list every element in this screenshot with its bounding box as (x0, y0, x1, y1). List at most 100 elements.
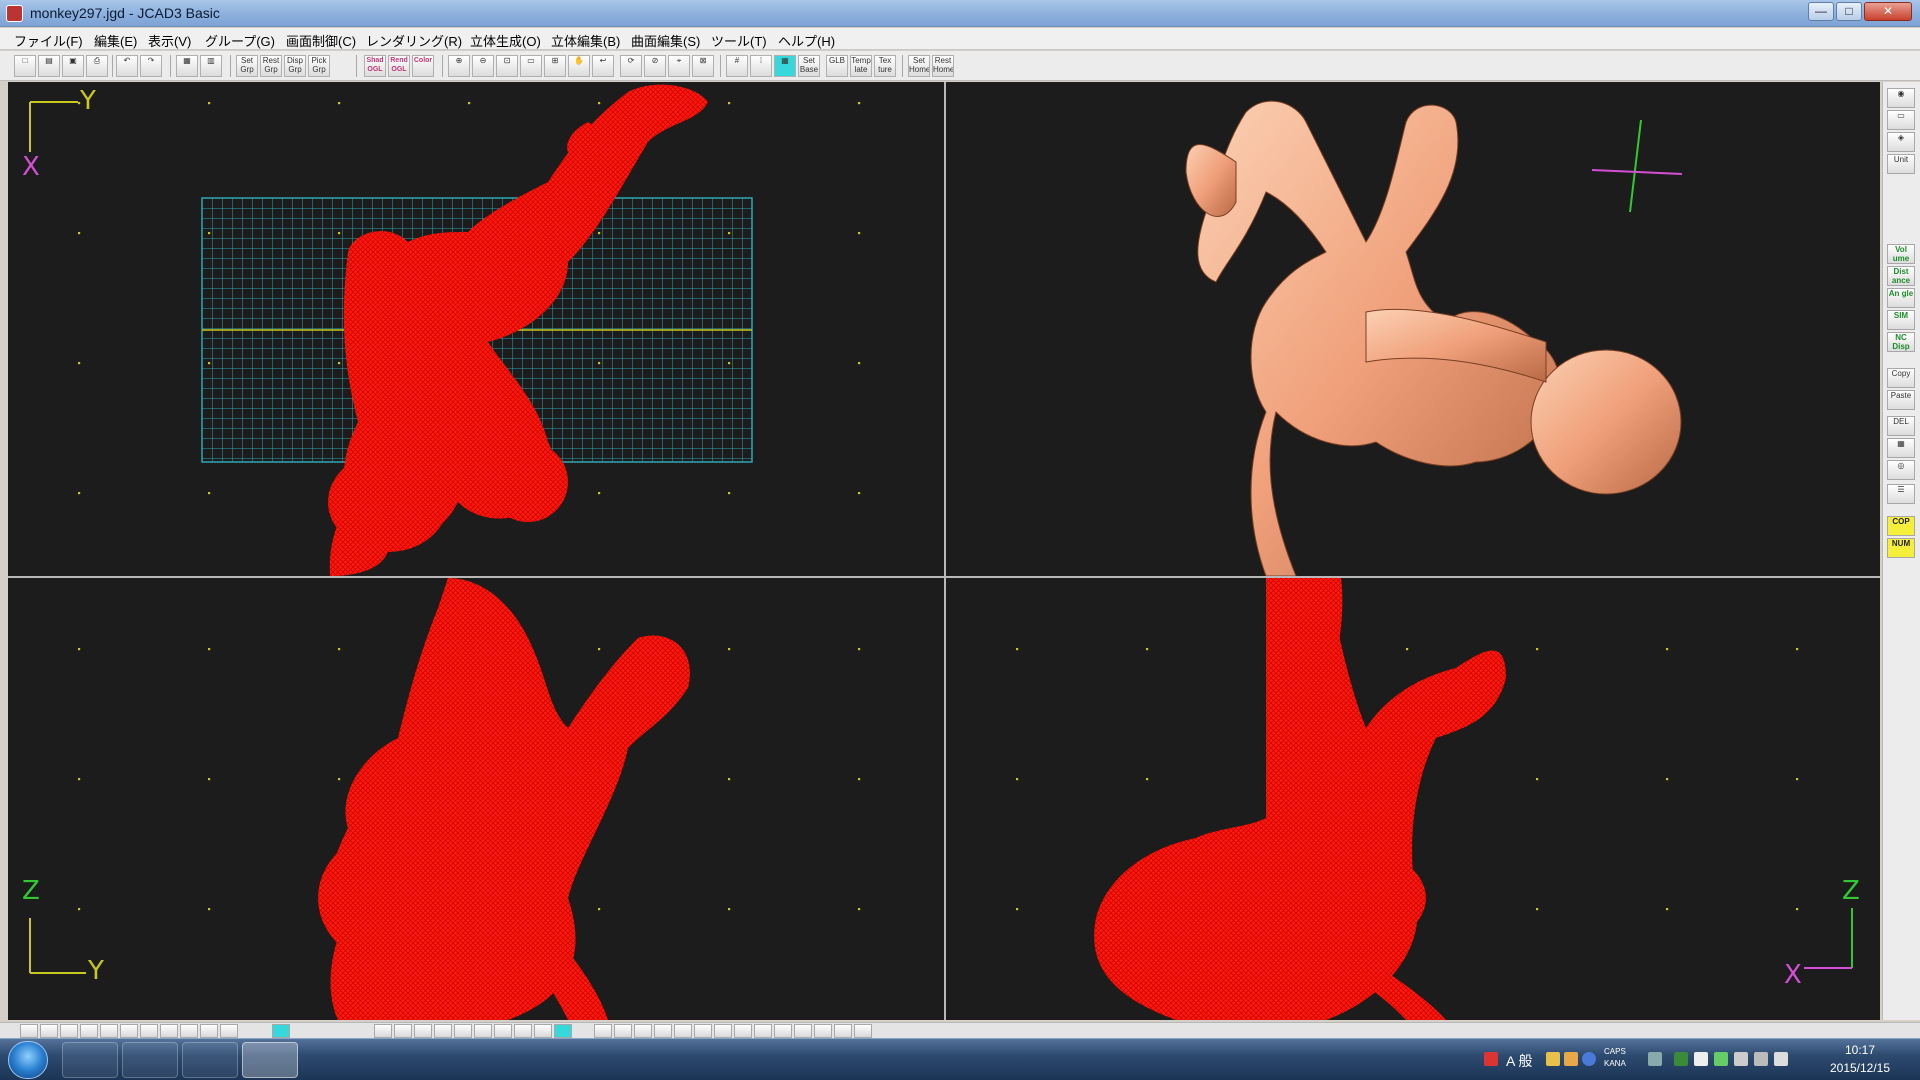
file-explorer-icon[interactable] (122, 1042, 178, 1078)
menu-solid-create[interactable]: 立体生成(O) (470, 31, 541, 50)
clock-date[interactable]: 2015/12/15 (1826, 1061, 1894, 1075)
rest-home-button[interactable]: Rest Home (932, 55, 954, 77)
volume-button[interactable]: Vol ume (1887, 244, 1915, 264)
close-button[interactable]: ✕ (1864, 2, 1912, 21)
view-monitor-icon[interactable]: ▭ (1887, 110, 1915, 130)
menu-view[interactable]: 表示(V) (148, 31, 191, 50)
paste-button[interactable]: Paste (1887, 390, 1915, 410)
grid-icon[interactable]: # (726, 55, 748, 77)
curve-tool-icon[interactable] (140, 1024, 158, 1038)
menu-rendering[interactable]: レンダリング(R) (366, 31, 462, 50)
edit-tool-icon[interactable] (654, 1024, 672, 1038)
solid-tool-icon[interactable] (394, 1024, 412, 1038)
print-icon[interactable]: ⎙ (86, 55, 108, 77)
view-diamond-icon[interactable]: ◈ (1887, 132, 1915, 152)
edit-tool-icon[interactable] (634, 1024, 652, 1038)
edit-tool-icon[interactable] (734, 1024, 752, 1038)
menu-screen-control[interactable]: 画面制御(C) (286, 31, 356, 50)
security-icon[interactable] (1714, 1052, 1728, 1066)
curve-tool-icon[interactable] (180, 1024, 198, 1038)
solid-tool-icon[interactable] (434, 1024, 452, 1038)
ime-dictionary-icon[interactable] (1564, 1052, 1578, 1066)
windows-flag-icon[interactable] (1694, 1052, 1708, 1066)
curve-tool-icon[interactable] (100, 1024, 118, 1038)
fit-screen-icon[interactable]: ⊠ (692, 55, 714, 77)
nc-disp-button[interactable]: NC Disp (1887, 332, 1915, 352)
edit-tool-icon[interactable] (594, 1024, 612, 1038)
solid-tool-icon[interactable] (414, 1024, 432, 1038)
solid-tool-icon[interactable] (454, 1024, 472, 1038)
ime-status-icon[interactable] (1484, 1052, 1498, 1066)
edit-tool-icon[interactable] (854, 1024, 872, 1038)
active-tool-icon[interactable] (272, 1024, 290, 1038)
menu-help[interactable]: ヘルプ(H) (778, 31, 835, 50)
internet-explorer-icon[interactable] (62, 1042, 118, 1078)
camera-icon[interactable]: ◎ (1887, 460, 1915, 480)
edit-tool-icon[interactable] (674, 1024, 692, 1038)
solid-tool-icon[interactable] (534, 1024, 552, 1038)
edit-tool-icon[interactable] (774, 1024, 792, 1038)
disp-grp-button[interactable]: Disp Grp (284, 55, 306, 77)
edit-tool-icon[interactable] (754, 1024, 772, 1038)
undo-icon[interactable]: ↶ (116, 55, 138, 77)
zoom-window-icon[interactable]: ⊡ (496, 55, 518, 77)
edit-tool-icon[interactable] (714, 1024, 732, 1038)
layout-icon[interactable]: ▥ (200, 55, 222, 77)
edit-tool-icon[interactable] (614, 1024, 632, 1038)
num-button[interactable]: NUM (1887, 538, 1915, 558)
viewport-front[interactable]: Z X (946, 578, 1880, 1020)
redo-icon[interactable]: ↷ (140, 55, 162, 77)
glb-button[interactable]: GLB (826, 55, 848, 77)
zoom-all-icon[interactable]: ⊞ (544, 55, 566, 77)
edit-tool-icon[interactable] (794, 1024, 812, 1038)
tree-icon[interactable]: ☰ (1887, 484, 1915, 504)
show-hidden-icons[interactable] (1648, 1052, 1662, 1066)
viewport-side[interactable]: Z Y (8, 578, 944, 1020)
curve-tool-icon[interactable] (80, 1024, 98, 1038)
angle-button[interactable]: An gle (1887, 288, 1915, 308)
solid-tool-icon[interactable] (494, 1024, 512, 1038)
jcad3-taskbar-icon[interactable] (242, 1042, 298, 1078)
edit-tool-icon[interactable] (814, 1024, 832, 1038)
template-button[interactable]: Temp late (850, 55, 872, 77)
sim-button[interactable]: SIM (1887, 310, 1915, 330)
action-center-icon[interactable] (1734, 1052, 1748, 1066)
help-icon[interactable] (1582, 1052, 1596, 1066)
menu-group[interactable]: グループ(G) (205, 31, 275, 50)
network-icon[interactable] (1754, 1052, 1768, 1066)
menu-surface-edit[interactable]: 曲面編集(S) (631, 31, 700, 50)
viewport-perspective[interactable] (946, 82, 1880, 576)
ime-toolbar-icon[interactable] (1546, 1052, 1560, 1066)
solid-tool-icon[interactable] (374, 1024, 392, 1038)
curve-tool-icon[interactable] (60, 1024, 78, 1038)
zoom-area-icon[interactable]: ⌖ (668, 55, 690, 77)
curve-tool-icon[interactable] (40, 1024, 58, 1038)
grid-settings-icon[interactable]: ▦ (1887, 438, 1915, 458)
text-tool-icon[interactable] (220, 1024, 238, 1038)
edit-tool-icon[interactable] (834, 1024, 852, 1038)
maximize-button[interactable]: □ (1836, 2, 1862, 21)
clock-time[interactable]: 10:17 (1826, 1043, 1894, 1057)
save-icon[interactable]: ▣ (62, 55, 84, 77)
view-eye-icon[interactable]: ◉ (1887, 88, 1915, 108)
menu-tools[interactable]: ツール(T) (711, 31, 767, 50)
rotate-view-icon[interactable]: ⟳ (620, 55, 642, 77)
pick-grp-button[interactable]: Pick Grp (308, 55, 330, 77)
delete-button[interactable]: DEL (1887, 416, 1915, 436)
curve-tool-icon[interactable] (200, 1024, 218, 1038)
menu-file[interactable]: ファイル(F) (14, 31, 83, 50)
zoom-out-icon[interactable]: ⊖ (472, 55, 494, 77)
rend-ogl-button[interactable]: Rend OGL (388, 55, 410, 77)
dot-grid-icon[interactable]: ▦ (774, 55, 796, 77)
texture-button[interactable]: Tex ture (874, 55, 896, 77)
curve-tool-icon[interactable] (20, 1024, 38, 1038)
minimize-button[interactable]: — (1808, 2, 1834, 21)
set-grp-button[interactable]: Set Grp (236, 55, 258, 77)
copy-button[interactable]: Copy (1887, 368, 1915, 388)
curve-tool-icon[interactable] (160, 1024, 178, 1038)
set-base-button[interactable]: Set Base (798, 55, 820, 77)
chrome-icon[interactable] (182, 1042, 238, 1078)
cop-button[interactable]: COP (1887, 516, 1915, 536)
unit-button[interactable]: Unit (1887, 154, 1915, 174)
distance-button[interactable]: Dist ance (1887, 266, 1915, 286)
